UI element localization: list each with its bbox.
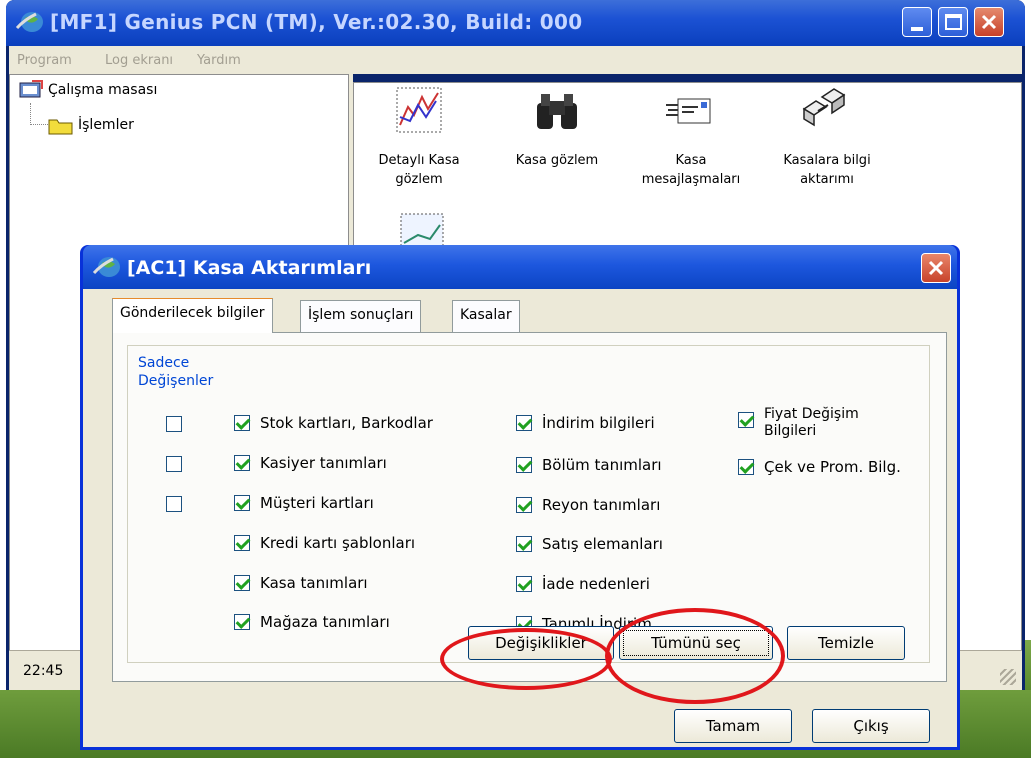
sadece-degisenler-checkbox-2[interactable] [166, 456, 182, 472]
checkbox-label: Fiyat Değişim Bilgileri [764, 406, 859, 439]
checkbox-label: Müşteri kartları [260, 494, 374, 512]
checkbox-icon [516, 457, 532, 473]
checkbox-label: Çek ve Prom. Bilg. [764, 458, 901, 476]
menu-bar: Program Log ekranı Yardım [9, 46, 1022, 74]
sadece-degisenler-checkbox-3[interactable] [166, 496, 182, 512]
checkbox-label: İade nedenleri [542, 575, 650, 593]
tree-connector-h [30, 124, 48, 125]
checkbox-icon [234, 535, 250, 551]
main-title-bar[interactable]: [MF1] Genius PCN (TM), Ver.:02.30, Build… [6, 0, 1025, 46]
checkbox-cek-ve-prom-bilg[interactable]: Çek ve Prom. Bilg. [738, 458, 901, 476]
checkbox-stok-kartlari[interactable]: Stok kartları, Barkodlar [234, 414, 433, 432]
checkbox-label: Reyon tanımları [542, 496, 661, 514]
dialog-title: [AC1] Kasa Aktarımları [127, 257, 372, 279]
checkbox-label: Bölüm tanımları [542, 456, 662, 474]
checkbox-label: Stok kartları, Barkodlar [260, 414, 433, 432]
checkbox-icon [234, 455, 250, 471]
status-time: 22:45 [23, 663, 64, 679]
checkbox-icon [738, 459, 754, 475]
tab-islem-sonuclari[interactable]: İşlem sonuçları [300, 300, 422, 332]
sadece-degisenler-label: Sadece Değişenler [138, 355, 214, 389]
cikis-button[interactable]: Çıkış [812, 709, 930, 743]
checkbox-label: Mağaza tanımları [260, 613, 390, 631]
tree-root-label: Çalışma masası [48, 82, 158, 98]
icon-label: Kasa mesajlaşmaları [641, 153, 741, 187]
checkbox-kredi-karti-sablonlari[interactable]: Kredi kartı şablonları [234, 534, 415, 552]
minimize-icon [911, 27, 923, 31]
report-icon[interactable] [400, 213, 444, 247]
checkbox-icon [234, 575, 250, 591]
checkbox-icon [516, 536, 532, 552]
dialog-title-bar[interactable]: [AC1] Kasa Aktarımları [83, 245, 957, 289]
tree-item-calisma-masasi[interactable]: Çalışma masası [18, 79, 157, 101]
tamam-button[interactable]: Tamam [674, 709, 792, 743]
checkbox-label: Kredi kartı şablonları [260, 534, 416, 552]
checkbox-label: Satış elemanları [542, 535, 663, 553]
checkbox-group: Sadece Değişenler Stok kartları, Barkodl… [127, 345, 930, 663]
tree-connector [30, 103, 31, 125]
chart-icon [396, 87, 442, 133]
folder-icon [48, 119, 73, 135]
message-icon [666, 98, 711, 124]
menu-program[interactable]: Program [17, 53, 72, 68]
checkbox-label: Kasa tanımları [260, 574, 368, 592]
checkbox-icon [516, 576, 532, 592]
icon-label: Kasa gözlem [515, 153, 599, 168]
sadece-degisenler-checkbox-1[interactable] [166, 416, 182, 432]
checkbox-icon [516, 497, 532, 513]
checkbox-icon [516, 415, 532, 431]
tab-kasalar[interactable]: Kasalar [452, 300, 520, 332]
minimize-button[interactable] [902, 7, 932, 37]
checkbox-iade-nedenleri[interactable]: İade nedenleri [516, 575, 650, 593]
binoculars-icon [537, 94, 577, 129]
icon-label: Detaylı Kasa gözlem [378, 153, 460, 187]
annotation-circle-tumunu-sec [605, 608, 785, 704]
dialog-close-button[interactable] [921, 253, 951, 283]
checkbox-icon [738, 412, 754, 428]
transfer-icon [802, 88, 846, 127]
tree-item-islemler[interactable]: İşlemler [48, 115, 134, 135]
checkbox-label: İndirim bilgileri [542, 414, 655, 432]
resize-grip[interactable] [1000, 669, 1016, 685]
checkbox-magaza-tanimlari[interactable]: Mağaza tanımları [234, 613, 390, 631]
tab-gonderilecek-bilgiler[interactable]: Gönderilecek bilgiler [112, 298, 273, 333]
checkbox-kasa-tanimlari[interactable]: Kasa tanımları [234, 574, 368, 592]
app-globe-icon [16, 12, 43, 32]
maximize-button[interactable] [938, 7, 968, 37]
desktop-folder-icon [19, 80, 43, 98]
icon-label: Kasalara bilgi aktarımı [783, 153, 871, 187]
checkbox-indirim-bilgileri[interactable]: İndirim bilgileri [516, 414, 655, 432]
close-button[interactable] [974, 7, 1004, 37]
checkbox-kasiyer-tanimlari[interactable]: Kasiyer tanımları [234, 454, 387, 472]
checkbox-reyon-tanimlari[interactable]: Reyon tanımları [516, 496, 660, 514]
checkbox-icon [234, 415, 250, 431]
maximize-icon [945, 14, 962, 30]
close-icon [981, 14, 997, 30]
desktop: [MF1] Genius PCN (TM), Ver.:02.30, Build… [0, 0, 1031, 758]
checkbox-musteri-kartlari[interactable]: Müşteri kartları [234, 494, 374, 512]
tree-child-label: İşlemler [78, 117, 134, 133]
checkbox-label: Kasiyer tanımları [260, 454, 387, 472]
menu-log-ekrani[interactable]: Log ekranı [105, 53, 173, 68]
annotation-circle-degisiklikler [440, 628, 612, 690]
checkbox-icon [234, 495, 250, 511]
menu-yardim[interactable]: Yardım [197, 53, 241, 68]
checkbox-bolum-tanimlari[interactable]: Bölüm tanımları [516, 456, 662, 474]
checkbox-fiyat-degisim-bilgileri[interactable]: Fiyat Değişim Bilgileri [738, 406, 888, 440]
checkbox-icon [234, 614, 250, 630]
checkbox-satis-elemanlari[interactable]: Satış elemanları [516, 535, 663, 553]
main-window-title: [MF1] Genius PCN (TM), Ver.:02.30, Build… [50, 10, 583, 34]
close-icon [928, 260, 944, 276]
temizle-button[interactable]: Temizle [787, 626, 905, 660]
dialog-globe-icon [93, 257, 120, 277]
